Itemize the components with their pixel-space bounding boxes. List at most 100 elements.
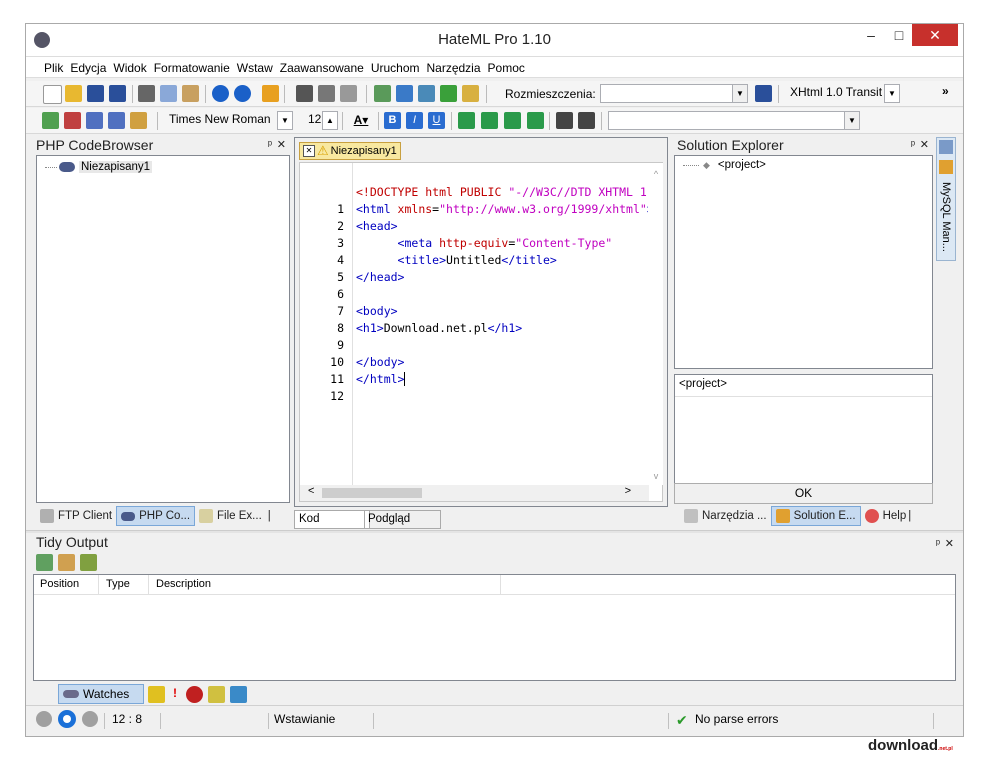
close-icon[interactable]: ✕: [945, 537, 954, 550]
tab-code[interactable]: Kod: [294, 510, 370, 529]
font-select[interactable]: Times New Roman ▼: [165, 111, 293, 130]
menu-zaawansowane[interactable]: Zaawansowane: [280, 61, 364, 75]
chevron-right-icon[interactable]: >: [625, 485, 631, 497]
tree-icon[interactable]: [64, 112, 81, 129]
ok-button[interactable]: OK: [674, 483, 933, 504]
tab-help[interactable]: Help |: [861, 506, 916, 526]
column-description[interactable]: Description: [156, 578, 211, 590]
menu-formatowanie[interactable]: Formatowanie: [154, 61, 230, 75]
open-folder-icon[interactable]: [65, 85, 82, 102]
bold-icon[interactable]: B: [384, 112, 401, 129]
ordered-list-icon[interactable]: [556, 112, 573, 129]
cut-icon[interactable]: [138, 85, 155, 102]
code-text: <!DOCTYPE html PUBLIC "-//W3C//DTD XHTML…: [356, 185, 648, 386]
menu-wstaw[interactable]: Wstaw: [237, 61, 273, 75]
close-icon[interactable]: ✕: [303, 145, 315, 157]
toolbar-overflow-button[interactable]: »: [942, 84, 949, 98]
record-icon[interactable]: [58, 710, 76, 728]
save-icon[interactable]: [87, 85, 104, 102]
save-all-icon[interactable]: [109, 85, 126, 102]
project-icon: ◆: [703, 159, 710, 170]
date-icon[interactable]: [462, 85, 479, 102]
editor-view-tabs: Kod Podgląd: [294, 510, 668, 529]
play-icon[interactable]: [36, 711, 52, 727]
close-icon[interactable]: ✕: [277, 138, 286, 151]
tab-file-explorer[interactable]: File Ex... |: [195, 506, 275, 526]
maximize-button[interactable]: □: [882, 24, 916, 46]
unordered-list-icon[interactable]: [578, 112, 595, 129]
tidy-hand-icon[interactable]: [58, 554, 75, 571]
find-icon[interactable]: [296, 85, 313, 102]
underline-icon[interactable]: U: [428, 112, 445, 129]
menu-pomoc[interactable]: Pomoc: [488, 61, 525, 75]
pin-icon[interactable]: ᵖ: [936, 538, 940, 550]
scroll-thumb[interactable]: [322, 488, 422, 498]
code-editor[interactable]: 1 2 3 4 5 6 7 8 9 10 11 12 <!DOCTYPE html PUBLIC "-…: [299, 162, 663, 502]
sort-desc-icon[interactable]: [108, 112, 125, 129]
font-color-icon[interactable]: A▾: [348, 112, 374, 129]
align-right-icon[interactable]: [504, 112, 521, 129]
tidy-check-icon[interactable]: [36, 554, 53, 571]
save-placement-icon[interactable]: [755, 85, 772, 102]
debug-step-icon[interactable]: [148, 686, 165, 703]
placement-select[interactable]: ▼: [600, 84, 748, 103]
align-center-icon[interactable]: [481, 112, 498, 129]
chevron-left-icon[interactable]: <: [308, 485, 314, 497]
doctype-select[interactable]: XHtml 1.0 Transit ▼: [786, 84, 900, 103]
error-icon[interactable]: !: [170, 686, 180, 703]
breakpoint-icon[interactable]: [186, 686, 203, 703]
tab-watches[interactable]: Watches: [58, 684, 144, 704]
menu-uruchom[interactable]: Uruchom: [371, 61, 420, 75]
menu-plik[interactable]: Plik: [44, 61, 63, 75]
undo-icon[interactable]: [212, 85, 229, 102]
editor-tab[interactable]: ✕ ⚠ Niezapisany1: [299, 142, 401, 160]
edit-mode: Wstawianie: [274, 712, 336, 726]
align-justify-icon[interactable]: [527, 112, 544, 129]
assign-icon[interactable]: [208, 686, 225, 703]
new-file-icon[interactable]: [43, 85, 62, 104]
tab-ftp-client[interactable]: FTP Client: [36, 506, 116, 526]
align-left-icon[interactable]: [458, 112, 475, 129]
tab-solution-explorer[interactable]: Solution E...: [770, 506, 861, 526]
close-icon[interactable]: ✕: [920, 138, 929, 151]
mysql-manager-side-tab[interactable]: MySQL Man...: [936, 137, 956, 261]
italic-icon[interactable]: I: [406, 112, 423, 129]
stop-icon[interactable]: [82, 711, 98, 727]
app-window: HateML Pro 1.10 – □ ✕ Plik Edycja Widok …: [25, 23, 964, 737]
tab-php-codebrowser[interactable]: PHP Co...: [116, 506, 196, 526]
brush-icon[interactable]: [42, 112, 59, 129]
column-type[interactable]: Type: [106, 578, 130, 590]
copy-icon[interactable]: [160, 85, 177, 102]
help-icon: [864, 509, 879, 523]
tree-item[interactable]: Niezapisany1: [45, 161, 153, 173]
pin-icon[interactable]: ᵖ: [911, 139, 915, 151]
font-size-stepper[interactable]: 12 ▲: [304, 111, 338, 130]
binary-icon[interactable]: [230, 686, 247, 703]
find-replace-icon[interactable]: [318, 85, 335, 102]
tab-preview[interactable]: Podgląd: [364, 510, 441, 529]
redo-icon[interactable]: [234, 85, 251, 102]
lock-icon[interactable]: [262, 85, 279, 102]
menu-edycja[interactable]: Edycja: [70, 61, 106, 75]
column-position[interactable]: Position: [40, 578, 79, 590]
close-button[interactable]: ✕: [912, 24, 958, 46]
style-select[interactable]: ▼: [608, 111, 860, 130]
vertical-scrollbar[interactable]: ^ v: [649, 163, 663, 485]
spellcheck-icon[interactable]: [340, 85, 357, 102]
pin-icon[interactable]: ᵖ: [268, 139, 272, 151]
tree-item-project[interactable]: ◆ <project>: [683, 159, 766, 171]
menu-widok[interactable]: Widok: [113, 61, 146, 75]
chevron-up-icon[interactable]: ^: [649, 169, 663, 179]
chevron-down-icon[interactable]: v: [649, 471, 663, 481]
validate-icon[interactable]: [130, 112, 147, 129]
excel-icon[interactable]: [440, 85, 457, 102]
horizontal-scrollbar[interactable]: < >: [300, 485, 649, 501]
menu-narzedzia[interactable]: Narzędzia: [427, 61, 481, 75]
form-icon[interactable]: [418, 85, 435, 102]
image-icon[interactable]: [374, 85, 391, 102]
paste-icon[interactable]: [182, 85, 199, 102]
tidy-broom-icon[interactable]: [80, 554, 97, 571]
sort-asc-icon[interactable]: [86, 112, 103, 129]
chart-icon[interactable]: [396, 85, 413, 102]
tab-tools[interactable]: Narzędzia ...: [680, 506, 771, 526]
